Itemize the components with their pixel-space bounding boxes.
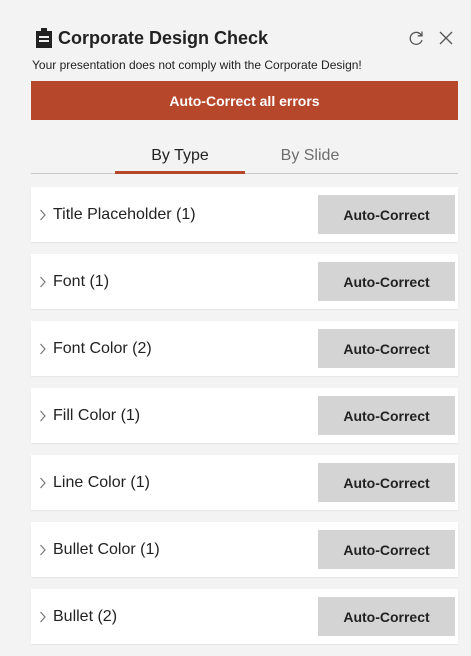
- tab-by-slide[interactable]: By Slide: [245, 142, 375, 172]
- document-icon: [36, 28, 52, 48]
- expand-toggle[interactable]: Font (1): [31, 254, 311, 309]
- expand-toggle[interactable]: Bullet Color (1): [31, 522, 311, 577]
- view-tabs: By Type By Slide: [31, 142, 458, 174]
- error-label: Line Color (1): [53, 474, 150, 491]
- error-label: Font (1): [53, 273, 110, 290]
- autocorrect-all-button[interactable]: Auto-Correct all errors: [31, 81, 458, 120]
- active-tab-indicator: [115, 171, 245, 174]
- autocorrect-button[interactable]: Auto-Correct: [318, 597, 455, 636]
- expand-toggle[interactable]: Title Placeholder (1): [31, 187, 311, 242]
- autocorrect-button[interactable]: Auto-Correct: [318, 195, 455, 234]
- chevron-right-icon: [40, 343, 46, 355]
- error-row-bullet: Bullet (2) Auto-Correct: [31, 589, 458, 644]
- tab-by-type[interactable]: By Type: [115, 142, 245, 174]
- error-row-font: Font (1) Auto-Correct: [31, 254, 458, 309]
- compliance-message: Your presentation does not comply with t…: [32, 58, 362, 72]
- autocorrect-button[interactable]: Auto-Correct: [318, 262, 455, 301]
- error-row-fill-color: Fill Color (1) Auto-Correct: [31, 388, 458, 443]
- chevron-right-icon: [40, 276, 46, 288]
- panel-title: Corporate Design Check: [58, 28, 269, 48]
- tab-label: By Slide: [280, 147, 340, 164]
- chevron-right-icon: [40, 544, 46, 556]
- chevron-right-icon: [40, 611, 46, 623]
- autocorrect-button[interactable]: Auto-Correct: [318, 530, 455, 569]
- error-row-bullet-color: Bullet Color (1) Auto-Correct: [31, 522, 458, 577]
- error-label: Fill Color (1): [53, 407, 141, 424]
- tab-label: By Type: [151, 147, 209, 164]
- autocorrect-button[interactable]: Auto-Correct: [318, 396, 455, 435]
- error-label: Bullet (2): [53, 608, 118, 625]
- error-row-line-color: Line Color (1) Auto-Correct: [31, 455, 458, 510]
- chevron-right-icon: [40, 209, 46, 221]
- close-icon[interactable]: [437, 29, 455, 47]
- expand-toggle[interactable]: Fill Color (1): [31, 388, 311, 443]
- error-label: Bullet Color (1): [53, 541, 160, 558]
- panel-header: Corporate Design Check: [36, 27, 457, 51]
- corporate-design-check-panel: Corporate Design Check Your presentation…: [0, 0, 471, 653]
- error-row-title-placeholder: Title Placeholder (1) Auto-Correct: [31, 187, 458, 242]
- autocorrect-button[interactable]: Auto-Correct: [318, 329, 455, 368]
- error-label: Title Placeholder (1): [53, 206, 196, 223]
- expand-toggle[interactable]: Font Color (2): [31, 321, 311, 376]
- expand-toggle[interactable]: Line Color (1): [31, 455, 311, 510]
- refresh-icon[interactable]: [407, 29, 425, 47]
- error-list: Title Placeholder (1) Auto-Correct Font …: [31, 187, 458, 656]
- expand-toggle[interactable]: Bullet (2): [31, 589, 311, 644]
- autocorrect-button[interactable]: Auto-Correct: [318, 463, 455, 502]
- error-row-font-color: Font Color (2) Auto-Correct: [31, 321, 458, 376]
- chevron-right-icon: [40, 477, 46, 489]
- chevron-right-icon: [40, 410, 46, 422]
- error-label: Font Color (2): [53, 340, 152, 357]
